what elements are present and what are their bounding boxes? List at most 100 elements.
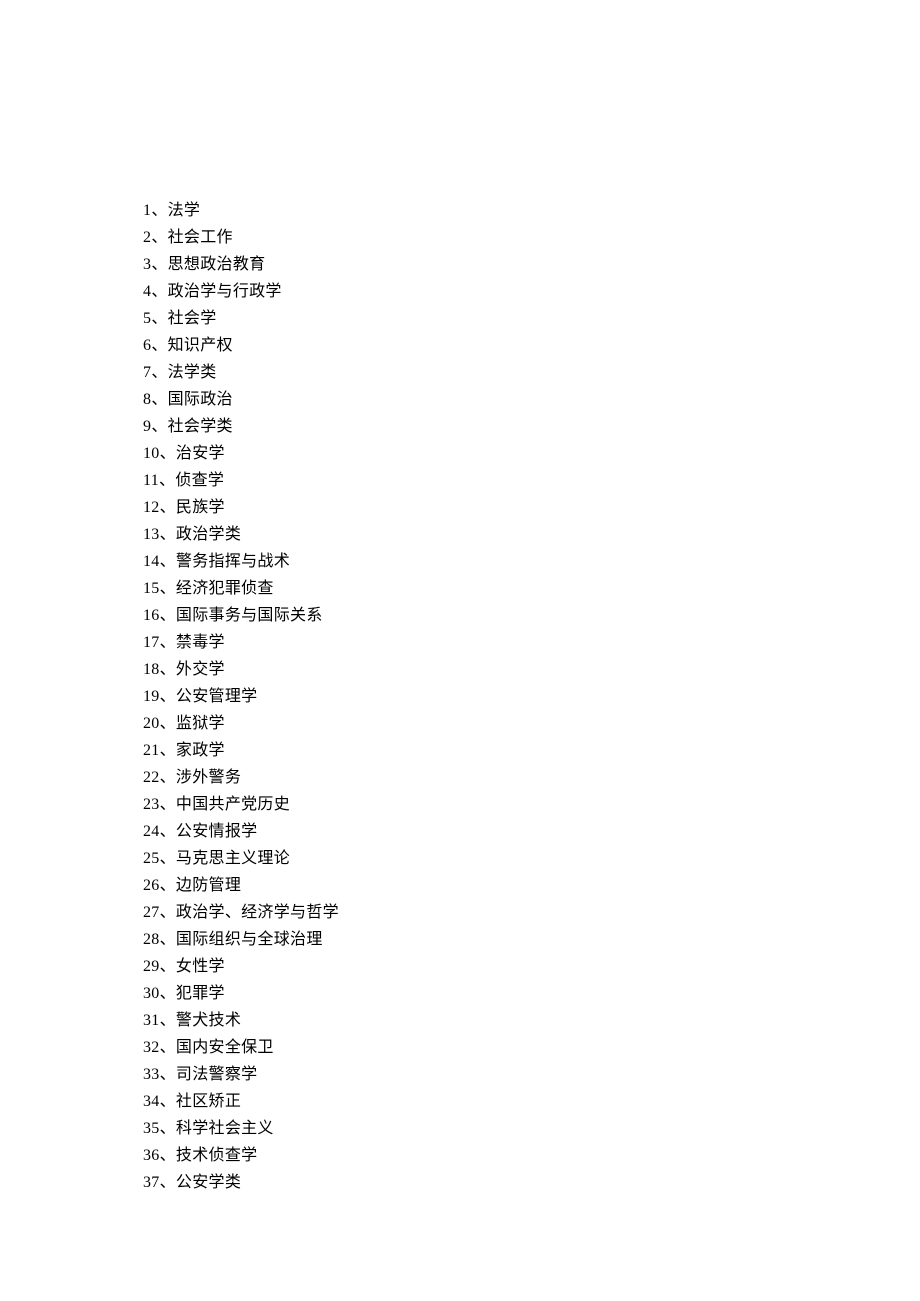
item-separator: 、 bbox=[160, 823, 176, 840]
item-number: 10 bbox=[143, 445, 160, 462]
item-label: 警务指挥与战术 bbox=[176, 553, 290, 570]
item-number: 24 bbox=[143, 823, 160, 840]
item-number: 19 bbox=[143, 688, 160, 705]
item-separator: 、 bbox=[151, 310, 167, 327]
item-number: 13 bbox=[143, 526, 160, 543]
item-label: 政治学、经济学与哲学 bbox=[176, 904, 339, 921]
item-label: 司法警察学 bbox=[176, 1066, 258, 1083]
list-item: 17、禁毒学 bbox=[143, 629, 920, 656]
item-label: 社会学类 bbox=[168, 418, 233, 435]
item-label: 社会工作 bbox=[168, 229, 233, 246]
list-item: 36、技术侦查学 bbox=[143, 1142, 920, 1169]
major-list: 1、法学2、社会工作3、思想政治教育4、政治学与行政学5、社会学6、知识产权7、… bbox=[143, 197, 920, 1196]
item-label: 马克思主义理论 bbox=[176, 850, 290, 867]
item-label: 中国共产党历史 bbox=[176, 796, 290, 813]
item-separator: 、 bbox=[160, 715, 176, 732]
list-item: 20、监狱学 bbox=[143, 710, 920, 737]
item-separator: 、 bbox=[151, 364, 167, 381]
list-item: 21、家政学 bbox=[143, 737, 920, 764]
list-item: 29、女性学 bbox=[143, 953, 920, 980]
item-separator: 、 bbox=[160, 1012, 176, 1029]
item-separator: 、 bbox=[160, 499, 176, 516]
list-item: 5、社会学 bbox=[143, 305, 920, 332]
item-label: 社区矫正 bbox=[176, 1093, 241, 1110]
item-number: 18 bbox=[143, 661, 160, 678]
list-item: 35、科学社会主义 bbox=[143, 1115, 920, 1142]
list-item: 3、思想政治教育 bbox=[143, 251, 920, 278]
list-item: 18、外交学 bbox=[143, 656, 920, 683]
item-separator: 、 bbox=[160, 1174, 176, 1191]
item-separator: 、 bbox=[160, 688, 176, 705]
item-label: 国内安全保卫 bbox=[176, 1039, 274, 1056]
item-label: 政治学类 bbox=[176, 526, 241, 543]
item-label: 民族学 bbox=[176, 499, 225, 516]
item-separator: 、 bbox=[160, 769, 176, 786]
list-item: 9、社会学类 bbox=[143, 413, 920, 440]
item-label: 知识产权 bbox=[168, 337, 233, 354]
item-label: 国际事务与国际关系 bbox=[176, 607, 323, 624]
item-number: 17 bbox=[143, 634, 160, 651]
item-separator: 、 bbox=[151, 229, 167, 246]
item-number: 14 bbox=[143, 553, 160, 570]
item-label: 公安管理学 bbox=[176, 688, 258, 705]
item-number: 33 bbox=[143, 1066, 160, 1083]
document-page: 1、法学2、社会工作3、思想政治教育4、政治学与行政学5、社会学6、知识产权7、… bbox=[0, 0, 920, 1196]
item-number: 12 bbox=[143, 499, 160, 516]
item-separator: 、 bbox=[160, 1147, 176, 1164]
item-label: 治安学 bbox=[176, 445, 225, 462]
item-number: 28 bbox=[143, 931, 160, 948]
item-label: 边防管理 bbox=[176, 877, 241, 894]
item-label: 法学类 bbox=[168, 364, 217, 381]
list-item: 4、政治学与行政学 bbox=[143, 278, 920, 305]
item-separator: 、 bbox=[160, 877, 176, 894]
item-label: 公安情报学 bbox=[176, 823, 258, 840]
item-label: 法学 bbox=[168, 202, 201, 219]
item-separator: 、 bbox=[160, 526, 176, 543]
item-number: 23 bbox=[143, 796, 160, 813]
list-item: 19、公安管理学 bbox=[143, 683, 920, 710]
item-label: 技术侦查学 bbox=[176, 1147, 258, 1164]
item-separator: 、 bbox=[160, 553, 176, 570]
item-number: 36 bbox=[143, 1147, 160, 1164]
item-label: 思想政治教育 bbox=[168, 256, 266, 273]
item-label: 女性学 bbox=[176, 958, 225, 975]
list-item: 6、知识产权 bbox=[143, 332, 920, 359]
item-number: 21 bbox=[143, 742, 160, 759]
list-item: 15、经济犯罪侦查 bbox=[143, 575, 920, 602]
item-label: 外交学 bbox=[176, 661, 225, 678]
item-separator: 、 bbox=[160, 1093, 176, 1110]
item-number: 22 bbox=[143, 769, 160, 786]
list-item: 2、社会工作 bbox=[143, 224, 920, 251]
list-item: 7、法学类 bbox=[143, 359, 920, 386]
list-item: 27、政治学、经济学与哲学 bbox=[143, 899, 920, 926]
list-item: 31、警犬技术 bbox=[143, 1007, 920, 1034]
item-number: 27 bbox=[143, 904, 160, 921]
item-separator: 、 bbox=[160, 931, 176, 948]
item-separator: 、 bbox=[160, 850, 176, 867]
list-item: 10、治安学 bbox=[143, 440, 920, 467]
item-separator: 、 bbox=[160, 607, 176, 624]
item-label: 涉外警务 bbox=[176, 769, 241, 786]
item-number: 25 bbox=[143, 850, 160, 867]
list-item: 32、国内安全保卫 bbox=[143, 1034, 920, 1061]
list-item: 30、犯罪学 bbox=[143, 980, 920, 1007]
item-number: 11 bbox=[143, 472, 159, 489]
item-label: 国际政治 bbox=[168, 391, 233, 408]
item-number: 20 bbox=[143, 715, 160, 732]
item-label: 国际组织与全球治理 bbox=[176, 931, 323, 948]
item-number: 31 bbox=[143, 1012, 160, 1029]
item-label: 犯罪学 bbox=[176, 985, 225, 1002]
item-separator: 、 bbox=[159, 472, 175, 489]
item-number: 35 bbox=[143, 1120, 160, 1137]
item-number: 26 bbox=[143, 877, 160, 894]
list-item: 8、国际政治 bbox=[143, 386, 920, 413]
list-item: 11、侦查学 bbox=[143, 467, 920, 494]
item-separator: 、 bbox=[151, 283, 167, 300]
item-number: 16 bbox=[143, 607, 160, 624]
item-separator: 、 bbox=[151, 418, 167, 435]
item-label: 警犬技术 bbox=[176, 1012, 241, 1029]
item-separator: 、 bbox=[160, 1039, 176, 1056]
list-item: 14、警务指挥与战术 bbox=[143, 548, 920, 575]
list-item: 1、法学 bbox=[143, 197, 920, 224]
item-label: 公安学类 bbox=[176, 1174, 241, 1191]
